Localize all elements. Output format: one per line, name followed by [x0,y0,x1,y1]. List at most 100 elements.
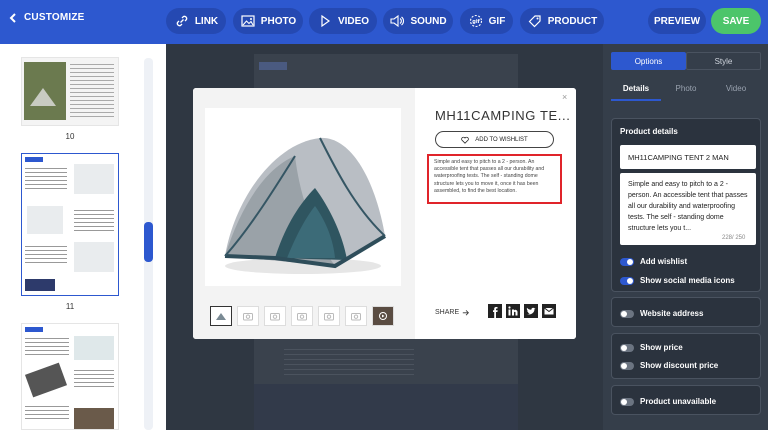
show-social-label: Show social media icons [640,276,735,285]
add-to-wishlist-button[interactable]: ADD TO WISHLIST [435,131,554,148]
play-icon [379,312,387,320]
preview-button[interactable]: PREVIEW [648,8,706,34]
social-icons-toggle-row: Show social media icons [620,276,735,285]
show-price-row: Show price [620,343,683,352]
page-product-image [74,242,114,272]
page-thumbnails-panel: 10 11 [0,44,166,430]
heart-icon [461,136,470,144]
page-logo [25,327,43,332]
page-text-lines [284,349,414,379]
chevron-left-icon [9,12,16,23]
wishlist-label: ADD TO WISHLIST [475,136,528,143]
top-toolbar: CUSTOMIZE LINK PHOTO VIDEO SOUND gif GIF… [0,0,768,44]
show-social-toggle[interactable] [620,276,634,285]
page-thumbnail-selected[interactable] [21,153,119,296]
page-text-lines [74,210,114,232]
video-thumbnail[interactable] [372,306,394,326]
subtab-details[interactable]: Details [611,84,661,101]
page-text-lines [70,64,114,120]
char-count: 228/ 250 [722,235,746,241]
twitter-icon[interactable] [524,304,538,318]
product-name-field[interactable]: MH11CAMPING TENT 2 MAN [620,145,756,169]
tag-icon [528,15,541,28]
image-thumbnail[interactable] [237,306,259,326]
tab-options[interactable]: Options [611,52,686,70]
product-unavailable-label: Product unavailable [640,397,717,406]
preview-label: PREVIEW [653,15,701,27]
tent-image [224,137,387,274]
save-button[interactable]: SAVE [711,8,761,34]
back-button[interactable]: CUSTOMIZE [8,12,85,23]
add-wishlist-label: Add wishlist [640,257,688,266]
video-button[interactable]: VIDEO [309,8,377,34]
tent-thumbnail-icon [216,313,226,320]
properties-panel: Options Style Details Photo Video Produc… [603,44,768,430]
page-product-image [74,408,114,429]
close-icon[interactable]: × [562,92,567,102]
add-wishlist-toggle-row: Add wishlist [620,257,687,266]
show-price-toggle[interactable] [620,343,634,352]
email-icon[interactable] [542,304,556,318]
product-image-area [193,88,415,339]
product-unavailable-toggle[interactable] [620,397,634,406]
tab-style[interactable]: Style [686,52,761,70]
share-text: SHARE [435,308,460,316]
subtab-video[interactable]: Video [711,84,761,101]
show-discount-row: Show discount price [620,361,718,370]
page-text-lines [25,406,69,422]
share-label: SHARE [435,308,470,316]
product-info: MH11CAMPING TE... ADD TO WISHLIST Simple… [415,88,576,339]
back-label: CUSTOMIZE [24,12,85,23]
product-unavailable-row: Product unavailable [620,397,716,406]
page-footer [25,279,55,291]
page-product-image [27,206,63,234]
video-label: VIDEO [337,15,370,27]
link-button[interactable]: LINK [166,8,226,34]
add-wishlist-toggle[interactable] [620,257,634,266]
sound-button[interactable]: SOUND [383,8,453,34]
camera-icon [243,313,253,321]
link-icon [176,15,188,27]
gif-label: GIF [488,15,506,27]
page-thumbnail[interactable] [21,323,119,430]
website-address-toggle[interactable] [620,309,634,318]
photo-label: PHOTO [260,15,297,27]
image-thumbnail[interactable] [264,306,286,326]
video-icon [321,14,330,28]
website-address-card: Website address [611,297,761,327]
page-product-image [74,164,114,194]
linkedin-icon[interactable] [506,304,520,318]
facebook-icon[interactable] [488,304,502,318]
thumbnail-scrollbar[interactable] [144,222,153,262]
page-number: 11 [65,302,75,311]
product-details-card: Product details MH11CAMPING TENT 2 MAN S… [611,118,761,292]
image-thumbnail[interactable] [291,306,313,326]
product-description-highlighted: Simple and easy to pitch to a 2 - person… [427,154,562,204]
social-icons [488,304,556,318]
panel-tabs: Options Style [611,52,761,70]
show-price-label: Show price [640,343,683,352]
gif-button[interactable]: gif GIF [460,8,513,34]
image-thumbnail[interactable] [318,306,340,326]
page-text-lines [25,338,69,358]
product-unavailable-card: Product unavailable [611,385,761,415]
product-button[interactable]: PRODUCT [520,8,604,34]
website-address-label: Website address [640,309,704,318]
page-thumbnail[interactable] [21,57,119,126]
camera-icon [270,313,280,321]
page-text-lines [74,370,114,390]
page-number: 10 [65,132,75,141]
image-thumbnail[interactable] [345,306,367,326]
product-main-image [205,108,401,286]
gif-icon: gif [469,14,482,28]
image-thumbnail-selected[interactable] [210,306,232,326]
subtab-photo[interactable]: Photo [661,84,711,101]
page-product-image [74,336,114,360]
page-text-lines [25,168,67,190]
svg-text:gif: gif [472,19,480,25]
camera-icon [297,313,307,321]
show-discount-toggle[interactable] [620,361,634,370]
page-text-lines [25,246,67,264]
camera-icon [351,313,361,321]
photo-button[interactable]: PHOTO [233,8,303,34]
